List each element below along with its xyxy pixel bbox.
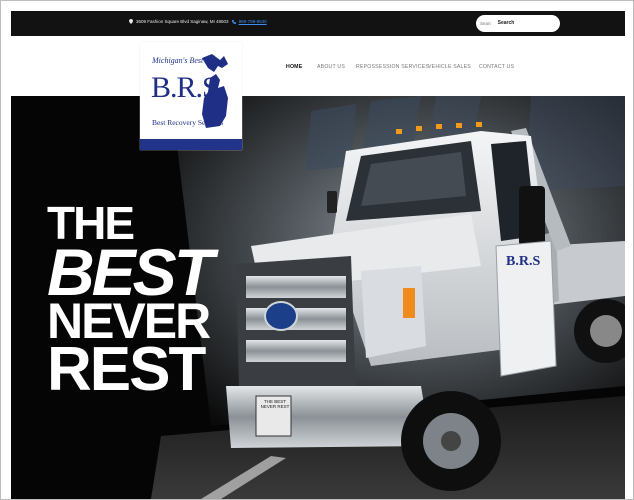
- phone-icon: [231, 19, 236, 24]
- search-button[interactable]: Search: [491, 17, 521, 30]
- browser-viewport: 3609 Fashion Square Blvd Saginaw, MI 486…: [0, 0, 634, 500]
- nav-repossession-services[interactable]: REPOSSESSION SERVICES: [356, 64, 429, 70]
- license-plate-text: THE BEST NEVER REST: [260, 399, 290, 409]
- logo-tagline: Michigan's Best: [152, 56, 204, 65]
- logo-underline-bar: [140, 139, 242, 150]
- address-text: 3609 Fashion Square Blvd Saginaw, MI 486…: [136, 19, 229, 24]
- nav-about-us[interactable]: ABOUT US: [317, 64, 345, 70]
- top-bar: 3609 Fashion Square Blvd Saginaw, MI 486…: [11, 11, 625, 36]
- nav-vehicle-sales[interactable]: VEHICLE SALES: [428, 64, 471, 70]
- truck-door-logo: B.R.S: [506, 254, 541, 269]
- headline-line-4: REST: [47, 335, 206, 405]
- hero-banner: B.R.S THE BEST NEVER REST THE BEST NEVER…: [11, 96, 625, 499]
- phone-link[interactable]: 989-799-8530: [239, 19, 267, 24]
- nav-contact-us[interactable]: CONTACT US: [479, 64, 514, 70]
- map-pin-icon: [129, 19, 133, 24]
- contact-info: 3609 Fashion Square Blvd Saginaw, MI 486…: [129, 19, 267, 24]
- logo-company-name: Best Recovery Services: [152, 118, 224, 127]
- headline-line-2: BEST: [47, 234, 214, 309]
- logo-initials: B.R.S: [151, 71, 219, 104]
- nav-home[interactable]: HOME: [286, 64, 302, 70]
- site-logo[interactable]: Michigan's Best B.R.S Best Recovery Serv…: [140, 42, 242, 150]
- hero-headline: THE BEST NEVER REST: [47, 200, 214, 405]
